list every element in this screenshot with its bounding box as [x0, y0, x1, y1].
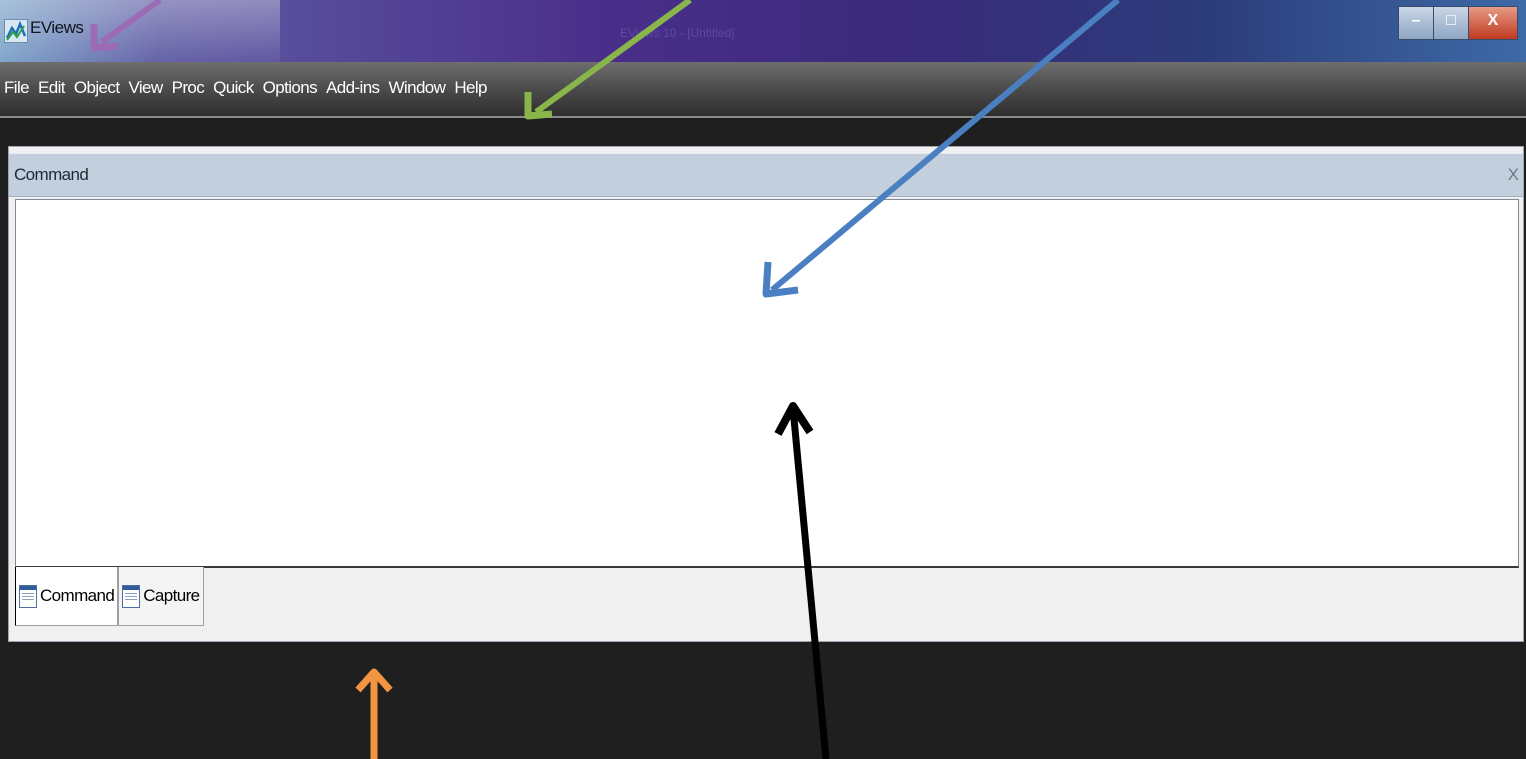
menu-window[interactable]: Window — [388, 78, 445, 98]
window-caption: EViews 10 - [Untitled] — [620, 26, 735, 40]
work-area — [0, 642, 1526, 759]
menu-file[interactable]: File — [4, 78, 30, 98]
command-window-tabs: Command Capture — [15, 567, 204, 626]
minimize-icon: – — [1411, 12, 1421, 29]
minimize-button[interactable]: – — [1398, 6, 1434, 40]
close-window-button[interactable]: X — [1468, 6, 1518, 40]
menu-add-ins[interactable]: Add-ins — [326, 78, 380, 98]
window-controls: – □ X — [1398, 6, 1518, 40]
document-icon — [122, 584, 141, 608]
menu-proc[interactable]: Proc — [172, 78, 205, 98]
command-input-area[interactable] — [15, 199, 1519, 568]
close-icon: X — [1487, 12, 1499, 29]
eviews-logo-icon — [4, 19, 28, 43]
menu-view[interactable]: View — [128, 78, 163, 98]
menu-options[interactable]: Options — [263, 78, 318, 98]
command-window: Command X Command Capture — [8, 146, 1524, 642]
close-command-window-button[interactable]: X — [1508, 165, 1519, 185]
restore-icon: □ — [1446, 12, 1456, 29]
tab-capture-label: Capture — [143, 586, 200, 605]
menu-help[interactable]: Help — [454, 78, 487, 98]
command-window-title: Command — [14, 165, 89, 184]
command-window-header: Command X — [9, 153, 1523, 197]
menu-object[interactable]: Object — [74, 78, 120, 98]
restore-button[interactable]: □ — [1433, 6, 1469, 40]
tab-command[interactable]: Command — [15, 567, 119, 626]
menu-edit[interactable]: Edit — [38, 78, 66, 98]
title-bar: EViews EViews 10 - [Untitled] – □ X — [0, 0, 1526, 62]
menu-bar: File Edit Object View Proc Quick Options… — [0, 62, 1526, 118]
app-title: EViews — [30, 18, 84, 37]
menu-items: File Edit Object View Proc Quick Options… — [4, 78, 496, 98]
menu-quick[interactable]: Quick — [213, 78, 254, 98]
tab-command-label: Command — [40, 586, 115, 605]
document-icon — [19, 584, 37, 608]
tab-capture[interactable]: Capture — [118, 567, 204, 626]
